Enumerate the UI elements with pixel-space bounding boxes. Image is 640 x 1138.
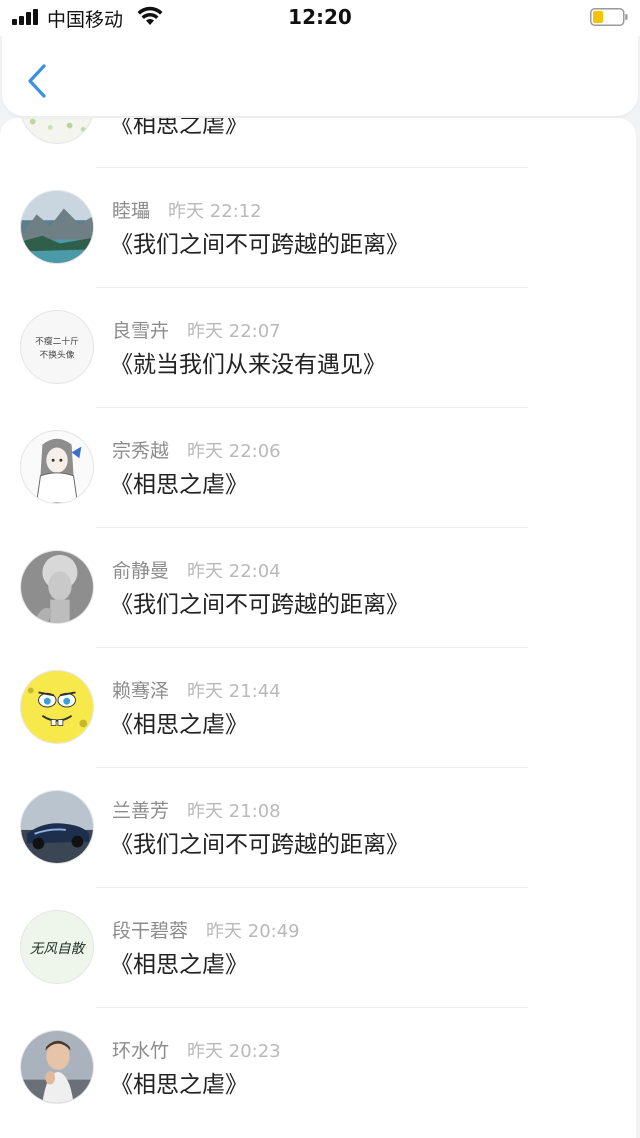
avatar[interactable]: 无风自散	[20, 910, 94, 984]
user-name[interactable]: 赖骞泽	[112, 680, 169, 702]
user-name[interactable]: 俞静曼	[112, 560, 169, 582]
back-button[interactable]	[24, 62, 52, 100]
comment-item[interactable]: 宗秀越 昨天 22:06 《相思之虐》	[0, 408, 636, 528]
avatar[interactable]	[20, 550, 94, 624]
comment-text: 《我们之间不可跨越的距离》	[110, 232, 409, 258]
avatar-caption-line-1: 不瘦二十斤	[35, 335, 79, 347]
comment-text: 《相思之虐》	[110, 712, 248, 738]
comment-meta: 良雪卉 昨天 22:07	[112, 316, 281, 342]
comment-time: 昨天 20:23	[187, 1041, 281, 1062]
comment-item[interactable]: 无风自散 段干碧蓉 昨天 20:49 《相思之虐》	[0, 888, 636, 1008]
battery-icon	[590, 8, 628, 26]
comment-time: 昨天 21:08	[187, 801, 281, 822]
user-name[interactable]: 睦瓃	[112, 200, 150, 222]
comment-time: 昨天 22:06	[187, 441, 281, 462]
comment-item[interactable]: 《相思之虐》	[0, 118, 636, 168]
clock: 12:20	[288, 5, 352, 29]
comment-meta: 俞静曼 昨天 22:04	[112, 556, 281, 582]
user-name[interactable]: 兰善芳	[112, 800, 169, 822]
comment-time: 昨天 21:44	[187, 681, 281, 702]
comment-text: 《相思之虐》	[110, 1072, 248, 1098]
comment-time: 昨天 22:07	[187, 321, 281, 342]
comment-time: 昨天 20:49	[206, 921, 300, 942]
comment-text: 《就当我们从来没有遇见》	[110, 352, 386, 378]
comment-text: 《我们之间不可跨越的距离》	[110, 592, 409, 618]
comment-list: 《相思之虐》 睦瓃 昨天 22:12 《我们之间不可跨越的距离》 不瘦二十斤 不换…	[0, 118, 636, 1138]
comment-text: 《相思之虐》	[110, 952, 248, 978]
avatar[interactable]	[20, 790, 94, 864]
avatar[interactable]	[20, 1030, 94, 1104]
comment-text: 《相思之虐》	[110, 472, 248, 498]
comment-meta: 环水竹 昨天 20:23	[112, 1036, 281, 1062]
comment-meta: 赖骞泽 昨天 21:44	[112, 676, 281, 702]
comment-item[interactable]: 俞静曼 昨天 22:04 《我们之间不可跨越的距离》	[0, 528, 636, 648]
user-name[interactable]: 环水竹	[112, 1040, 169, 1062]
avatar-calligraphy: 无风自散	[30, 941, 87, 957]
avatar[interactable]	[20, 190, 94, 264]
comment-item[interactable]: 睦瓃 昨天 22:12 《我们之间不可跨越的距离》	[0, 168, 636, 288]
avatar[interactable]	[20, 430, 94, 504]
comment-meta: 睦瓃 昨天 22:12	[112, 196, 262, 222]
avatar[interactable]	[20, 118, 94, 144]
comment-item[interactable]: 环水竹 昨天 20:23 《相思之虐》	[0, 1008, 636, 1128]
comment-item[interactable]: 兰善芳 昨天 21:08 《我们之间不可跨越的距离》	[0, 768, 636, 888]
avatar-caption-line-2: 不换头像	[40, 349, 75, 361]
comment-item[interactable]: 赖骞泽 昨天 21:44 《相思之虐》	[0, 648, 636, 768]
user-name[interactable]: 段干碧蓉	[112, 920, 188, 942]
comment-time: 昨天 22:04	[187, 561, 281, 582]
comment-time: 昨天 22:12	[168, 201, 262, 222]
comment-item[interactable]: 不瘦二十斤 不换头像 良雪卉 昨天 22:07 《就当我们从来没有遇见》	[0, 288, 636, 408]
comment-text: 《相思之虐》	[110, 118, 248, 138]
comment-meta: 兰善芳 昨天 21:08	[112, 796, 281, 822]
user-name[interactable]: 良雪卉	[112, 320, 169, 342]
comment-text: 《我们之间不可跨越的距离》	[110, 832, 409, 858]
navigation-bar	[2, 36, 638, 116]
user-name[interactable]: 宗秀越	[112, 440, 169, 462]
comment-meta: 段干碧蓉 昨天 20:49	[112, 916, 300, 942]
comment-meta: 宗秀越 昨天 22:06	[112, 436, 281, 462]
status-bar: 中国移动 12:20	[0, 0, 640, 36]
avatar[interactable]	[20, 670, 94, 744]
avatar[interactable]: 不瘦二十斤 不换头像	[20, 310, 94, 384]
